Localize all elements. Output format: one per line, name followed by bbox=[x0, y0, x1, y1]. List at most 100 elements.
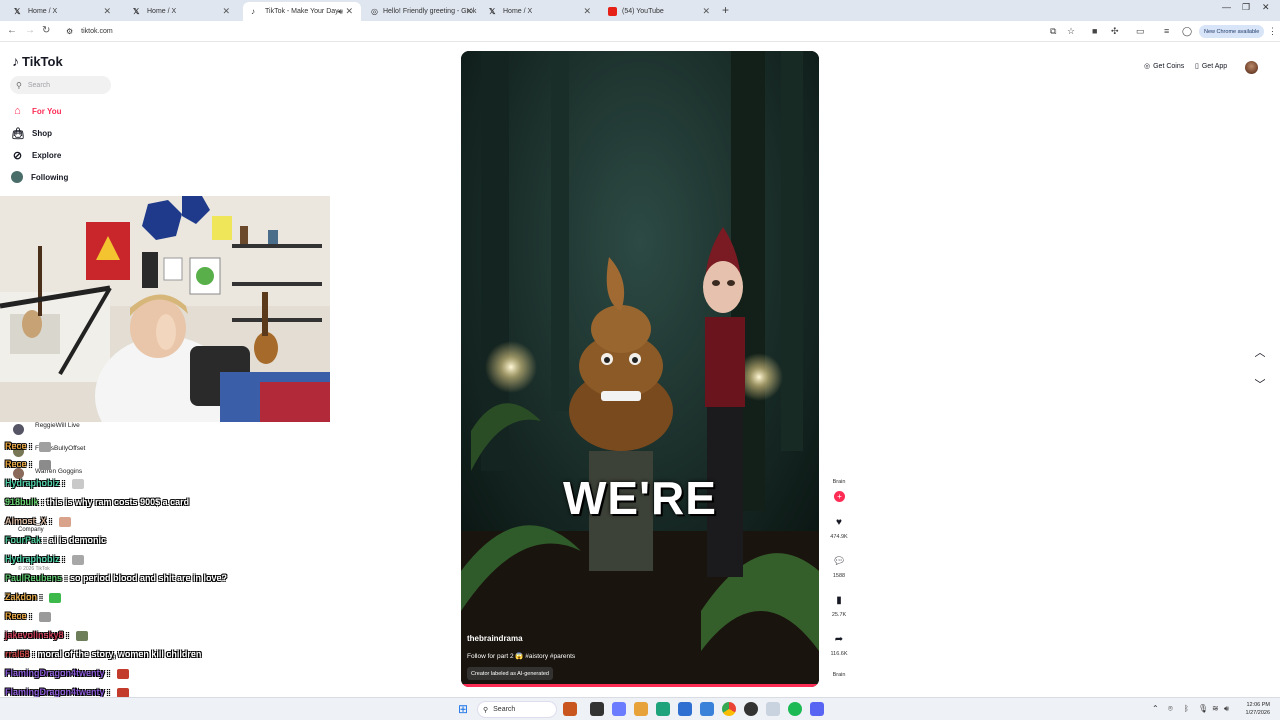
comment-count: 1588 bbox=[832, 573, 846, 579]
close-tab-icon[interactable]: ✕ bbox=[465, 6, 473, 17]
new-tab-icon[interactable]: + bbox=[722, 3, 729, 17]
chrome-update-button[interactable]: New Chrome available bbox=[1199, 25, 1265, 38]
get-app-label: Get App bbox=[1201, 62, 1228, 70]
tab-label: Home / X bbox=[147, 8, 177, 15]
music-disc-label[interactable]: Brain bbox=[829, 672, 849, 678]
tab-label: Home / X bbox=[28, 8, 58, 15]
tiktok-icon: ♪ bbox=[251, 7, 255, 16]
comment-button[interactable]: 💬︎ 1588 bbox=[829, 552, 849, 580]
file-explorer-icon[interactable] bbox=[634, 702, 648, 716]
nav-for-you[interactable]: ⌂ For You bbox=[11, 103, 61, 119]
save-button[interactable]: ▮ 25.7K bbox=[829, 591, 849, 619]
chat-separator: : bbox=[62, 573, 71, 583]
tab-youtube[interactable]: (54) YouTube ✕ bbox=[600, 2, 718, 21]
reload-icon[interactable]: ↻ bbox=[42, 25, 50, 36]
chevron-up-icon[interactable]: ︿ bbox=[1250, 343, 1270, 363]
media-controls-icon[interactable]: ≡ bbox=[1164, 26, 1169, 36]
chat-username: rral68 bbox=[5, 649, 30, 659]
close-tab-icon[interactable]: ✕ bbox=[103, 6, 111, 17]
minimize-icon[interactable]: — bbox=[1222, 2, 1231, 12]
tab-grok[interactable]: ◎ Hello! Friendly greeting - Grok ✕ bbox=[363, 2, 481, 21]
close-window-icon[interactable]: ✕ bbox=[1262, 2, 1270, 13]
taskbar-search[interactable]: ⚲ Search bbox=[477, 701, 557, 718]
widgets-icon[interactable] bbox=[563, 702, 577, 716]
chat-username: Rece bbox=[5, 459, 27, 469]
mic-icon[interactable]: 🎙︎ bbox=[1198, 704, 1208, 713]
phone-icon: ▯ bbox=[1195, 63, 1199, 70]
close-tab-icon[interactable]: ✕ bbox=[222, 6, 230, 17]
spotify-icon[interactable] bbox=[788, 702, 802, 716]
split-view-icon[interactable]: ▭ bbox=[1136, 26, 1145, 37]
nav-explore[interactable]: ⊘ Explore bbox=[11, 147, 61, 163]
get-app-button[interactable]: ▯ Get App bbox=[1195, 62, 1228, 71]
store-icon[interactable] bbox=[678, 702, 692, 716]
follow-plus-icon[interactable]: + bbox=[834, 491, 845, 502]
forward-icon[interactable]: → bbox=[25, 25, 35, 36]
site-info-icon[interactable]: ⚙ bbox=[66, 27, 73, 36]
chat-username: FlamingDragon4twenty bbox=[5, 687, 105, 697]
video-progress-bar[interactable] bbox=[461, 684, 819, 687]
user-avatar[interactable] bbox=[1245, 61, 1258, 74]
tray-chevron-icon[interactable]: ⌃ bbox=[1152, 704, 1159, 713]
chat-emote-icon bbox=[116, 668, 129, 679]
close-tab-icon[interactable]: ✕ bbox=[345, 6, 353, 17]
task-view-icon[interactable] bbox=[590, 702, 604, 716]
chat-separator: : bbox=[46, 516, 55, 526]
video-player[interactable]: WE'RE thebraindrama Follow for part 2 😱 … bbox=[461, 51, 819, 687]
edge-icon[interactable] bbox=[656, 702, 670, 716]
obs-icon[interactable] bbox=[744, 702, 758, 716]
bookmark-star-icon[interactable]: ☆ bbox=[1067, 26, 1075, 37]
nav-label: Following bbox=[31, 172, 69, 182]
speaker-icon[interactable]: 🔊︎ bbox=[338, 7, 343, 17]
wifi-icon[interactable]: ≋ bbox=[1212, 704, 1219, 713]
close-tab-icon[interactable]: ✕ bbox=[583, 6, 591, 17]
chevron-down-icon[interactable]: ﹀ bbox=[1250, 375, 1270, 395]
extension-icon[interactable]: ■ bbox=[1092, 26, 1097, 36]
maximize-icon[interactable]: ❐ bbox=[1242, 2, 1250, 13]
video-author[interactable]: thebraindrama bbox=[467, 634, 523, 643]
address-bar[interactable]: ⚙ tiktok.com bbox=[60, 23, 1040, 40]
more-menu-icon[interactable]: ⋮ bbox=[1268, 26, 1277, 37]
tab-home-x-3[interactable]: 𝕏 Home / X ✕ bbox=[481, 2, 599, 21]
photos-icon[interactable] bbox=[766, 702, 780, 716]
chat-username: Rece bbox=[5, 441, 27, 451]
chat-message: jakevolinsky8 : bbox=[5, 630, 88, 641]
ai-generated-label[interactable]: Creator labeled as AI-generated bbox=[467, 667, 553, 680]
suggested-account-avatar[interactable] bbox=[13, 424, 24, 435]
share-button[interactable]: ➦ 116.6K bbox=[829, 630, 849, 658]
copilot-icon[interactable] bbox=[612, 702, 626, 716]
chat-separator: : bbox=[29, 649, 38, 659]
vscode-icon[interactable] bbox=[700, 702, 714, 716]
search-input[interactable]: ⚲ Search bbox=[10, 76, 111, 94]
extensions-puzzle-icon[interactable]: ✣ bbox=[1111, 26, 1119, 37]
chat-emote-icon bbox=[71, 478, 84, 489]
author-avatar-label[interactable]: Brain bbox=[829, 479, 849, 485]
close-tab-icon[interactable]: ✕ bbox=[702, 6, 710, 17]
profile-icon[interactable]: ◯ bbox=[1182, 26, 1192, 37]
bluetooth-icon[interactable]: ᛒ bbox=[1184, 704, 1189, 713]
tab-tiktok[interactable]: ♪ TikTok - Make Your Day 🔊︎ ✕ bbox=[243, 2, 361, 21]
chat-message: 918bulk : this is why ram costs 900$ a c… bbox=[5, 497, 189, 507]
discord-icon[interactable] bbox=[810, 702, 824, 716]
volume-icon[interactable]: 🔊︎ bbox=[1224, 704, 1229, 714]
chrome-icon[interactable] bbox=[722, 702, 736, 716]
chat-text: ai is demonic bbox=[49, 535, 107, 545]
back-icon[interactable]: ← bbox=[7, 25, 17, 36]
footer-copyright: © 2026 TikTok bbox=[18, 566, 50, 572]
compass-icon: ⊘ bbox=[12, 149, 23, 162]
tiktok-logo[interactable]: ♪ TikTok bbox=[12, 53, 63, 69]
network-icon[interactable]: ⌾ bbox=[1168, 704, 1173, 714]
suggested-account-name[interactable]: ReggieWill Live bbox=[35, 422, 80, 429]
footer-company-link[interactable]: Company bbox=[18, 527, 44, 533]
search-icon: ⚲ bbox=[483, 706, 489, 714]
install-app-icon[interactable]: ⧉ bbox=[1050, 26, 1056, 37]
get-coins-button[interactable]: ◎ Get Coins bbox=[1144, 62, 1184, 71]
nav-following[interactable]: Following bbox=[11, 169, 68, 185]
nav-shop[interactable]: 👜︎ Shop bbox=[11, 125, 52, 141]
windows-start-icon[interactable]: ⊞ bbox=[456, 702, 470, 716]
like-button[interactable]: ♥ 474.9K bbox=[829, 513, 849, 541]
tab-home-x-1[interactable]: 𝕏 Home / X ✕ bbox=[6, 2, 119, 21]
taskbar-clock[interactable]: 12:06 PM 1/27/2026 bbox=[1236, 701, 1270, 717]
url-text: tiktok.com bbox=[81, 28, 113, 35]
tab-home-x-2[interactable]: 𝕏 Home / X ✕ bbox=[125, 2, 238, 21]
